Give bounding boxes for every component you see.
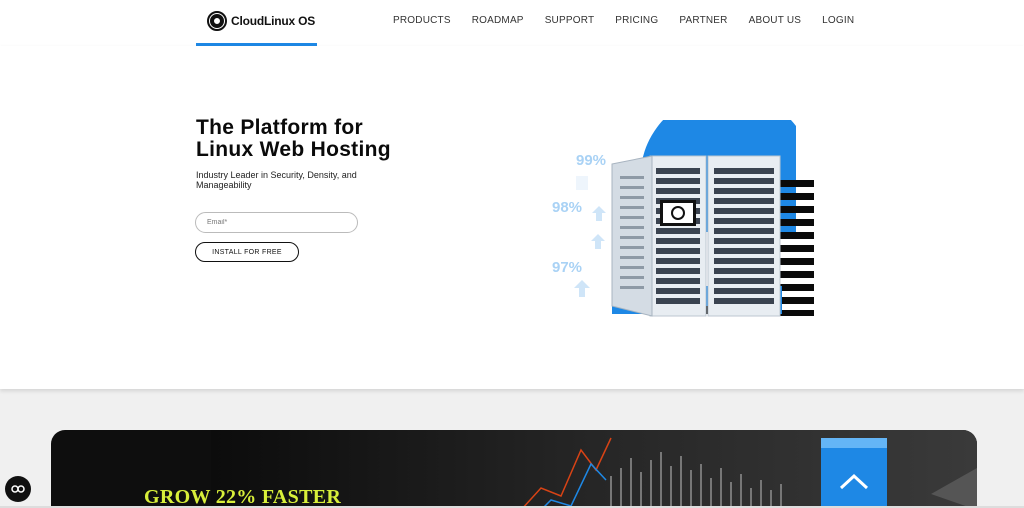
- hero-title: The Platform for Linux Web Hosting: [196, 117, 391, 161]
- server-rack-illustration: 99% 98% 97%: [540, 92, 830, 330]
- main-nav: PRODUCTS ROADMAP SUPPORT PRICING PARTNER…: [393, 15, 875, 26]
- percent-99-label: 99%: [576, 152, 607, 169]
- hero-title-line1: The Platform for: [196, 116, 363, 139]
- cookie-consent-button[interactable]: [5, 476, 31, 502]
- page: CloudLinux OS PRODUCTS ROADMAP SUPPORT P…: [0, 0, 1024, 508]
- install-for-free-button[interactable]: INSTALL FOR FREE: [195, 242, 299, 262]
- hero-subtitle: Industry Leader in Security, Density, an…: [196, 170, 357, 190]
- nav-support[interactable]: SUPPORT: [545, 15, 595, 26]
- cookie-consent-icon: [11, 485, 25, 493]
- site-header: CloudLinux OS PRODUCTS ROADMAP SUPPORT P…: [0, 0, 1024, 46]
- nav-login[interactable]: LOGIN: [822, 15, 854, 26]
- logo-text: CloudLinux OS: [231, 14, 315, 28]
- cloudlinux-logo-icon: [207, 11, 227, 31]
- nav-pricing[interactable]: PRICING: [615, 15, 658, 26]
- logo-text-main: CloudLinux: [231, 14, 295, 28]
- percent-97-label: 97%: [552, 259, 583, 276]
- logo[interactable]: CloudLinux OS: [207, 11, 315, 31]
- promo-title: GROW 22% FASTER: [144, 486, 342, 508]
- nav-roadmap[interactable]: ROADMAP: [472, 15, 524, 26]
- email-input[interactable]: [195, 212, 358, 233]
- promo-banner: GROW 22% FASTER: [51, 430, 977, 508]
- percent-98-label: 98%: [552, 199, 583, 216]
- logo-text-suffix: OS: [298, 14, 316, 28]
- hero-title-line2: Linux Web Hosting: [196, 138, 391, 161]
- hero-section: The Platform for Linux Web Hosting Indus…: [0, 46, 1024, 389]
- nav-about-us[interactable]: ABOUT US: [749, 15, 802, 26]
- nav-products[interactable]: PRODUCTS: [393, 15, 451, 26]
- nav-partner[interactable]: PARTNER: [679, 15, 727, 26]
